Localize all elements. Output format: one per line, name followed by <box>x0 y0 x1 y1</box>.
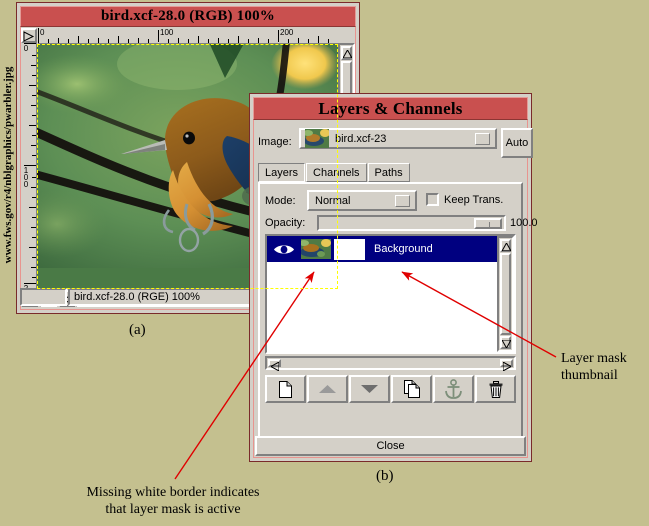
page-icon <box>279 380 292 398</box>
scroll-up-button[interactable] <box>341 46 352 60</box>
opacity-slider-thumb[interactable] <box>474 218 502 229</box>
down-triangle-icon <box>361 385 378 393</box>
layer-list-scroll-down-button[interactable] <box>500 336 511 349</box>
layer-toolbar <box>265 375 516 404</box>
figure-label-a: (a) <box>129 322 146 338</box>
image-selector-row: Image: bird.xcf-23 Auto <box>258 128 533 158</box>
keep-trans-label: Keep Trans. <box>444 194 504 206</box>
layers-dialog-body: Image: bird.xcf-23 Auto Layers Channels … <box>254 122 538 457</box>
keep-trans-checkbox[interactable] <box>426 193 439 206</box>
layer-list-scroll-up-button[interactable] <box>500 239 511 252</box>
layers-dialog-titlebar[interactable]: Layers & Channels <box>253 97 528 120</box>
mode-label: Mode: <box>265 195 296 207</box>
image-option-menu[interactable]: bird.xcf-23 <box>299 128 497 149</box>
layer-list[interactable]: Background <box>265 234 516 354</box>
layer-list-scrollbar[interactable] <box>497 236 514 352</box>
layer-thumbnail[interactable] <box>301 239 331 259</box>
image-window-title: bird.xcf-28.0 (RGB) 100% <box>101 8 275 24</box>
eye-icon[interactable] <box>267 243 301 256</box>
image-thumbnail <box>305 129 329 148</box>
lower-layer-button[interactable] <box>349 375 390 403</box>
statusbar-message-cell: bird.xcf-28.0 (RGE) 100% <box>68 288 273 306</box>
anchor-icon <box>445 379 462 399</box>
opacity-value: 100.0 <box>510 217 538 229</box>
statusbar-message: bird.xcf-28.0 (RGE) 100% <box>74 291 200 303</box>
horizontal-ruler: 0 100 200 <box>38 28 338 44</box>
opacity-label: Opacity: <box>265 217 306 229</box>
photo-credit-watermark: www.fws.gov/r4/nblgraphics/pwarbler.jpg <box>2 66 14 264</box>
duplicate-layer-button[interactable] <box>391 375 432 403</box>
figure-label-b: (b) <box>376 468 394 484</box>
vertical-ruler: 0 100 20 <box>21 43 37 290</box>
layer-list-horizontal-scrollbar[interactable] <box>265 356 516 371</box>
tab-layers[interactable]: Layers <box>258 163 306 182</box>
new-layer-button[interactable] <box>265 375 306 403</box>
trash-icon <box>489 380 502 398</box>
auto-button[interactable]: Auto <box>501 128 533 158</box>
hscroll-right-button[interactable] <box>500 359 513 371</box>
layers-tab-panel: Mode: Normal Keep Trans. Opacity: 100.0 … <box>258 182 538 453</box>
tab-paths[interactable]: Paths <box>367 163 410 182</box>
copy-pages-icon <box>403 380 420 398</box>
layer-mask-thumbnail[interactable] <box>334 238 365 260</box>
mode-row: Mode: Normal Keep Trans. <box>265 190 516 211</box>
image-window-titlebar[interactable]: bird.xcf-28.0 (RGB) 100% <box>20 6 356 27</box>
layers-dialog-title: Layers & Channels <box>318 98 463 118</box>
image-name: bird.xcf-23 <box>335 132 387 145</box>
up-triangle-icon <box>319 385 336 393</box>
mode-option-menu[interactable]: Normal <box>307 190 417 211</box>
tab-channels[interactable]: Channels <box>306 163 367 182</box>
delete-layer-button[interactable] <box>475 375 516 403</box>
opacity-slider[interactable] <box>317 215 506 231</box>
mode-value: Normal <box>315 194 351 207</box>
annotation-layer-mask-thumbnail: Layer mask thumbnail <box>561 351 627 383</box>
annotation-missing-white-border: Missing white border indicates that laye… <box>86 485 260 517</box>
statusbar-left-cell <box>20 288 67 306</box>
table-row[interactable]: Background <box>267 236 497 262</box>
chevron-down-icon <box>395 194 410 207</box>
image-label: Image: <box>258 136 292 148</box>
anchor-layer-button[interactable] <box>433 375 474 403</box>
dialog-tabs: Layers Channels Paths <box>258 163 523 183</box>
raise-layer-button[interactable] <box>307 375 348 403</box>
layer-list-scroll-thumb[interactable] <box>500 253 511 335</box>
hscroll-left-button[interactable] <box>268 359 281 371</box>
layer-name: Background <box>374 243 433 255</box>
ruler-origin-button[interactable] <box>21 28 37 43</box>
chevron-down-icon <box>475 132 490 145</box>
close-button[interactable]: Close <box>255 436 526 456</box>
layers-channels-dialog[interactable]: Layers & Channels Image: bird.xcf-23 Aut… <box>249 93 538 462</box>
opacity-row: Opacity: 100.0 <box>265 215 538 232</box>
